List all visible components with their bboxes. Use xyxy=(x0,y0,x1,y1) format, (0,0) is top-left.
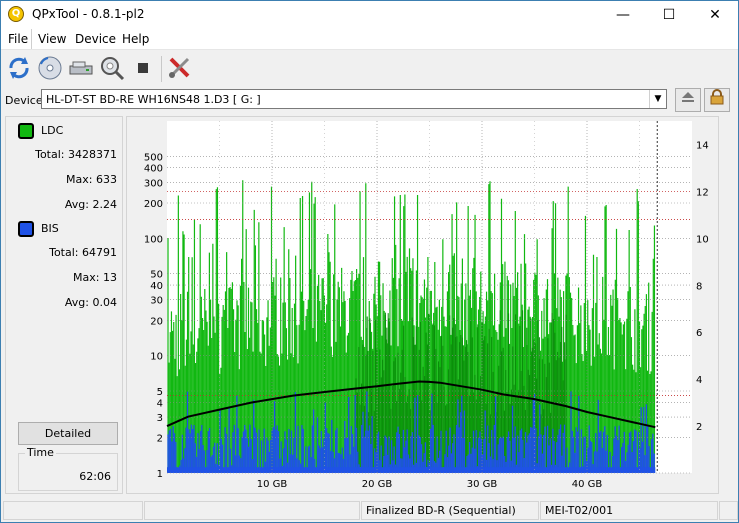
bis-avg: Avg: 0.04 xyxy=(64,296,117,309)
ldc-color-swatch xyxy=(18,123,34,139)
stop-icon[interactable] xyxy=(129,54,157,82)
chart-frame: 1 2 3 4 5 10 20 30 40 50 100 200 300 400 500 2 4 6 8 10 12 14… xyxy=(126,116,719,494)
menu-device[interactable]: Device xyxy=(75,32,116,46)
status-bar: Finalized BD-R (Sequential) MEI-T02/001 xyxy=(1,500,738,522)
status-cell-2 xyxy=(144,501,360,520)
refresh-icon[interactable] xyxy=(5,54,33,82)
bis-color-swatch xyxy=(18,221,34,237)
disc-info-icon[interactable] xyxy=(36,54,64,82)
ldc-bis-chart: 1234510203040501002003004005002468101214… xyxy=(144,121,709,490)
device-bar: Device: HL-DT-ST BD-RE WH16NS48 1.D3 [ G… xyxy=(1,86,738,114)
status-cell-5 xyxy=(719,501,738,520)
stats-panel: LDC Total: 3428371 Max: 633 Avg: 2.24 BI… xyxy=(5,116,123,494)
maximize-button[interactable]: ☐ xyxy=(646,1,692,29)
y-right-tick-label: 14 xyxy=(696,140,709,151)
x-tick-label: 10 GB xyxy=(257,479,288,490)
toolbar-separator xyxy=(161,56,162,82)
y-left-tick-label: 100 xyxy=(144,234,163,245)
menu-file[interactable]: File xyxy=(8,32,28,46)
y-left-tick-label: 500 xyxy=(144,152,163,163)
y-right-tick-label: 2 xyxy=(696,422,702,433)
y-left-tick-label: 30 xyxy=(150,296,163,307)
y-right-tick-label: 4 xyxy=(696,375,702,386)
disc-type-status: Finalized BD-R (Sequential) xyxy=(361,501,539,520)
device-select-value: HL-DT-ST BD-RE WH16NS48 1.D3 [ G: ] xyxy=(46,93,261,106)
y-left-tick-label: 3 xyxy=(157,413,163,424)
minimize-button[interactable]: — xyxy=(600,1,646,29)
y-left-tick-label: 2 xyxy=(157,434,163,445)
lock-icon xyxy=(710,89,724,105)
app-icon: Q xyxy=(8,6,24,22)
lock-button[interactable] xyxy=(704,88,730,112)
y-left-tick-label: 400 xyxy=(144,164,163,175)
y-left-tick-label: 1 xyxy=(157,469,163,480)
bis-baseline xyxy=(167,467,656,473)
x-tick-label: 30 GB xyxy=(467,479,498,490)
ldc-max: Max: 633 xyxy=(66,173,117,186)
toolbar xyxy=(1,50,738,86)
x-tick-label: 20 GB xyxy=(362,479,393,490)
menu-view[interactable]: View xyxy=(38,32,66,46)
y-right-tick-label: 12 xyxy=(696,187,709,198)
eject-button[interactable] xyxy=(675,88,701,112)
tools-icon[interactable] xyxy=(166,54,194,82)
y-left-tick-label: 20 xyxy=(150,316,163,327)
bis-label: BIS xyxy=(41,222,59,235)
chevron-down-icon[interactable]: ▼ xyxy=(649,90,666,108)
ldc-total: Total: 3428371 xyxy=(35,148,117,161)
ldc-label: LDC xyxy=(41,124,64,137)
time-label: Time xyxy=(25,446,56,459)
scan-icon[interactable] xyxy=(98,54,126,82)
y-left-tick-label: 40 xyxy=(150,281,163,292)
ldc-avg: Avg: 2.24 xyxy=(64,198,117,211)
y-left-tick-label: 5 xyxy=(157,387,163,398)
device-select[interactable]: HL-DT-ST BD-RE WH16NS48 1.D3 [ G: ] ▼ xyxy=(41,89,667,109)
close-button[interactable]: ✕ xyxy=(692,1,738,29)
menu-help[interactable]: Help xyxy=(122,32,149,46)
app-window: Q QPxTool - 0.8.1-pl2 — ☐ ✕ File View De… xyxy=(0,0,739,523)
title-bar[interactable]: Q QPxTool - 0.8.1-pl2 — ☐ ✕ xyxy=(1,1,738,29)
drive-icon[interactable] xyxy=(67,54,95,82)
y-left-tick-label: 4 xyxy=(157,398,163,409)
bis-total: Total: 64791 xyxy=(49,246,117,259)
detailed-button[interactable]: Detailed xyxy=(18,422,118,445)
x-tick-label: 40 GB xyxy=(572,479,603,490)
y-left-tick-label: 50 xyxy=(150,270,163,281)
menu-bar: File View Device Help xyxy=(1,29,738,50)
time-group: Time 62:06 xyxy=(18,446,118,491)
y-left-tick-label: 200 xyxy=(144,199,163,210)
menu-separator xyxy=(31,29,32,49)
y-left-tick-label: 300 xyxy=(144,178,163,189)
window-title: QPxTool - 0.8.1-pl2 xyxy=(32,7,145,21)
y-right-tick-label: 8 xyxy=(696,281,702,292)
y-right-tick-label: 6 xyxy=(696,328,702,339)
eject-icon xyxy=(682,92,694,102)
y-right-tick-label: 10 xyxy=(696,234,709,245)
y-left-tick-label: 10 xyxy=(150,352,163,363)
time-value: 62:06 xyxy=(79,470,111,483)
status-cell-1 xyxy=(3,501,143,520)
bis-max: Max: 13 xyxy=(73,271,117,284)
media-id-status: MEI-T02/001 xyxy=(540,501,718,520)
